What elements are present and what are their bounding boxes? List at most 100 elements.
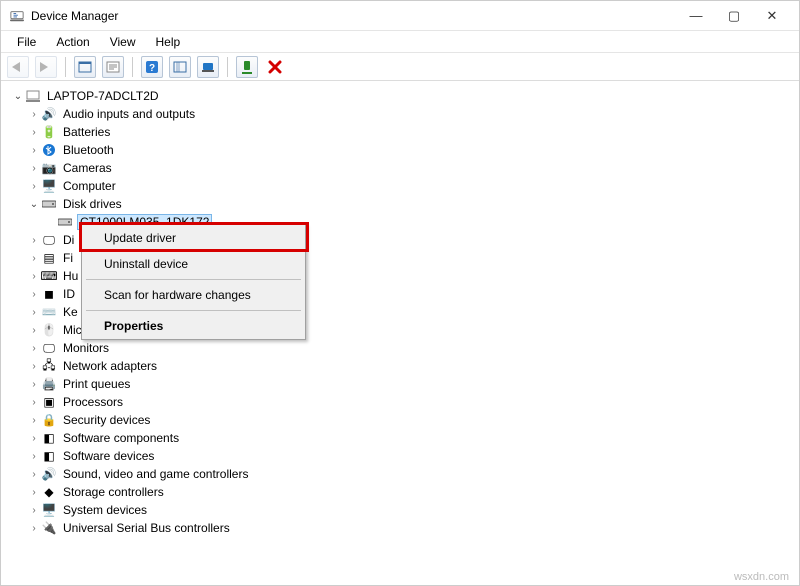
tree-item-label: Disk drives xyxy=(61,197,124,211)
chevron-right-icon[interactable]: › xyxy=(27,109,41,120)
chevron-right-icon[interactable]: › xyxy=(27,505,41,516)
display-icon: 🖵 xyxy=(41,232,57,248)
tree-item-label: Processors xyxy=(61,395,125,409)
svg-text:?: ? xyxy=(149,63,155,74)
device-tree: ⌄ LAPTOP-7ADCLT2D ›🔊Audio inputs and out… xyxy=(1,81,799,567)
context-scan-hardware[interactable]: Scan for hardware changes xyxy=(82,282,305,308)
sep-icon xyxy=(86,279,301,280)
menu-help[interactable]: Help xyxy=(146,33,191,51)
uninstall-device-button[interactable] xyxy=(264,56,286,78)
sep-icon xyxy=(227,57,228,77)
forward-button[interactable] xyxy=(35,56,57,78)
chevron-right-icon[interactable]: › xyxy=(27,235,41,246)
close-button[interactable]: ✕ xyxy=(753,2,791,30)
tree-item-label: Cameras xyxy=(61,161,114,175)
network-icon: 🖧 xyxy=(41,358,57,374)
context-properties[interactable]: Properties xyxy=(82,313,305,339)
chevron-right-icon[interactable]: › xyxy=(27,361,41,372)
chevron-right-icon[interactable]: › xyxy=(27,379,41,390)
sep-icon xyxy=(65,57,66,77)
tree-item-label: Fi xyxy=(61,251,75,265)
tree-item-diskdrives[interactable]: ⌄ Disk drives xyxy=(11,195,797,213)
chevron-right-icon[interactable]: › xyxy=(27,253,41,264)
tree-item-label: Audio inputs and outputs xyxy=(61,107,197,121)
chevron-right-icon[interactable]: › xyxy=(27,397,41,408)
sep-icon xyxy=(86,310,301,311)
menu-file[interactable]: File xyxy=(7,33,46,51)
update-driver-button[interactable] xyxy=(197,56,219,78)
chevron-right-icon[interactable]: › xyxy=(27,271,41,282)
tree-item-label: LAPTOP-7ADCLT2D xyxy=(45,89,161,103)
security-icon: 🔒 xyxy=(41,412,57,428)
tree-item-label: Universal Serial Bus controllers xyxy=(61,521,232,535)
tree-item-monitors[interactable]: ›🖵Monitors xyxy=(11,339,797,357)
tree-item-label: System devices xyxy=(61,503,149,517)
tree-item-label: Software devices xyxy=(61,449,156,463)
tree-item-system[interactable]: ›🖥️System devices xyxy=(11,501,797,519)
chevron-right-icon[interactable]: › xyxy=(27,307,41,318)
firmware-icon: ▤ xyxy=(41,250,57,266)
chevron-right-icon[interactable]: › xyxy=(27,127,41,138)
context-update-driver[interactable]: Update driver xyxy=(82,225,305,251)
titlebar: Device Manager — ▢ ✕ xyxy=(1,1,799,31)
tree-item-swdevices[interactable]: ›◧ Software devices xyxy=(11,447,797,465)
tree-root[interactable]: ⌄ LAPTOP-7ADCLT2D xyxy=(11,87,797,105)
back-button[interactable] xyxy=(7,56,29,78)
tree-item-network[interactable]: ›🖧 Network adapters xyxy=(11,357,797,375)
tree-item-storage[interactable]: ›◆Storage controllers xyxy=(11,483,797,501)
tree-item-computer[interactable]: ›🖥️ Computer xyxy=(11,177,797,195)
chevron-right-icon[interactable]: › xyxy=(27,343,41,354)
tree-item-sound[interactable]: ›🔊Sound, video and game controllers xyxy=(11,465,797,483)
component-icon: ◧ xyxy=(41,430,57,446)
window-title: Device Manager xyxy=(31,9,677,23)
tree-item-usb[interactable]: ›🔌Universal Serial Bus controllers xyxy=(11,519,797,537)
maximize-button[interactable]: ▢ xyxy=(715,2,753,30)
tree-item-printqueues[interactable]: ›🖨️Print queues xyxy=(11,375,797,393)
help-button[interactable]: ? xyxy=(141,56,163,78)
computer-icon xyxy=(25,88,41,104)
chevron-right-icon[interactable]: › xyxy=(27,451,41,462)
tree-item-label: Batteries xyxy=(61,125,112,139)
sep-icon xyxy=(132,57,133,77)
tree-item-cameras[interactable]: ›📷Cameras xyxy=(11,159,797,177)
tree-item-audio[interactable]: ›🔊 Audio inputs and outputs xyxy=(11,105,797,123)
keyboard-icon: ⌨️ xyxy=(41,304,57,320)
chevron-right-icon[interactable]: › xyxy=(27,289,41,300)
chevron-right-icon[interactable]: › xyxy=(27,145,41,156)
tree-item-security[interactable]: ›🔒Security devices xyxy=(11,411,797,429)
scan-hardware-button[interactable] xyxy=(169,56,191,78)
disk-icon xyxy=(41,196,57,212)
monitor-icon: 🖥️ xyxy=(41,178,57,194)
chevron-right-icon[interactable]: › xyxy=(27,415,41,426)
show-hide-console-button[interactable] xyxy=(74,56,96,78)
tree-item-bluetooth[interactable]: ›Bluetooth xyxy=(11,141,797,159)
tree-item-label: Network adapters xyxy=(61,359,159,373)
tree-item-label: Ke xyxy=(61,305,80,319)
context-menu: Update driver Uninstall device Scan for … xyxy=(81,224,306,340)
monitor-icon: 🖵 xyxy=(41,340,57,356)
chevron-right-icon[interactable]: › xyxy=(27,433,41,444)
menu-action[interactable]: Action xyxy=(46,33,99,51)
chevron-right-icon[interactable]: › xyxy=(27,523,41,534)
minimize-button[interactable]: — xyxy=(677,2,715,30)
mouse-icon: 🖱️ xyxy=(41,322,57,338)
chevron-right-icon[interactable]: › xyxy=(27,181,41,192)
chevron-down-icon[interactable]: ⌄ xyxy=(27,199,41,210)
menu-view[interactable]: View xyxy=(100,33,146,51)
tree-item-label: Computer xyxy=(61,179,118,193)
chevron-right-icon[interactable]: › xyxy=(27,487,41,498)
tree-item-swcomponents[interactable]: ›◧Software components xyxy=(11,429,797,447)
tree-item-batteries[interactable]: ›🔋Batteries xyxy=(11,123,797,141)
speaker-icon: 🔊 xyxy=(41,106,57,122)
tree-item-processors[interactable]: ›▣Processors xyxy=(11,393,797,411)
enable-device-button[interactable] xyxy=(236,56,258,78)
chevron-right-icon[interactable]: › xyxy=(27,325,41,336)
tree-item-label: Storage controllers xyxy=(61,485,166,499)
chevron-right-icon[interactable]: › xyxy=(27,469,41,480)
tree-item-label: Print queues xyxy=(61,377,132,391)
context-uninstall-device[interactable]: Uninstall device xyxy=(82,251,305,277)
software-icon: ◧ xyxy=(41,448,57,464)
chevron-down-icon[interactable]: ⌄ xyxy=(11,91,25,102)
properties-button[interactable] xyxy=(102,56,124,78)
chevron-right-icon[interactable]: › xyxy=(27,163,41,174)
